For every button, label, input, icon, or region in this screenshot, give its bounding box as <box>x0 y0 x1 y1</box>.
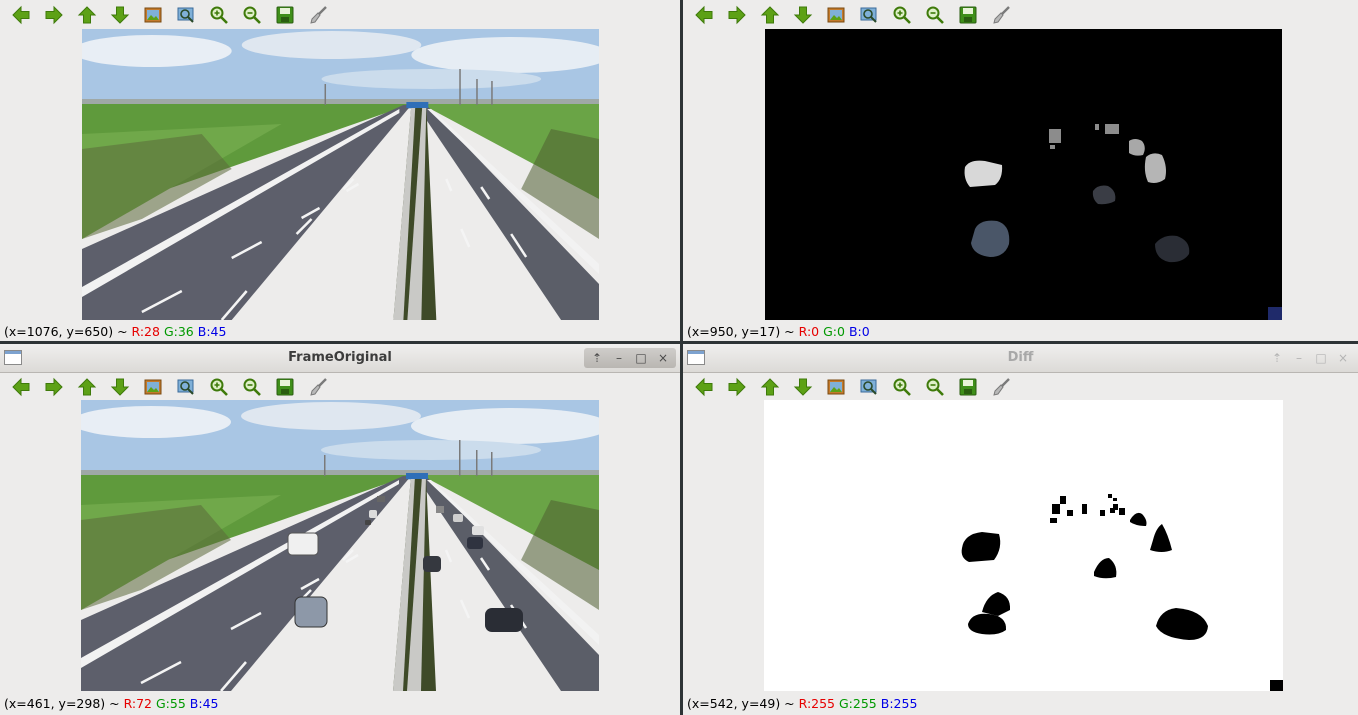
minimize-icon[interactable]: – <box>608 348 630 368</box>
minimize-icon[interactable]: – <box>1288 348 1310 368</box>
toolbar <box>0 372 680 402</box>
window-controls: ⇡ – □ × <box>584 348 676 368</box>
blue-value: B:255 <box>880 696 918 711</box>
window-frame-top-left: (x=1076, y=650) ~ R:28 G:36 B:45 <box>0 0 680 341</box>
window-title: FrameOriginal <box>288 350 392 365</box>
status-bar: (x=1076, y=650) ~ R:28 G:36 B:45 <box>4 324 226 339</box>
arrow-right-icon[interactable] <box>726 376 748 398</box>
arrow-up-icon[interactable] <box>76 4 98 26</box>
window-frame-top-right: (x=950, y=17) ~ R:0 G:0 B:0 <box>683 0 1358 341</box>
zoom-out-icon[interactable] <box>241 4 263 26</box>
arrow-up-icon[interactable] <box>76 376 98 398</box>
toolbar <box>0 0 680 30</box>
properties-brush-icon[interactable] <box>990 376 1012 398</box>
arrow-down-icon[interactable] <box>109 376 131 398</box>
toolbar <box>683 372 1358 402</box>
window-diff: Diff ⇡ – □ × (x=542, y=49) ~ R:255 G:255… <box>683 344 1358 715</box>
image-canvas-diff-mask[interactable] <box>764 400 1283 691</box>
arrow-right-icon[interactable] <box>43 4 65 26</box>
zoom-out-icon[interactable] <box>241 376 263 398</box>
arrow-down-icon[interactable] <box>109 4 131 26</box>
picture-icon[interactable] <box>825 376 847 398</box>
cursor-coordinates: (x=461, y=298) ~ <box>4 696 120 711</box>
image-canvas-frame-original[interactable] <box>81 400 599 691</box>
green-value: G:0 <box>823 324 845 339</box>
zoom-out-icon[interactable] <box>924 4 946 26</box>
zoom-in-icon[interactable] <box>208 4 230 26</box>
arrow-up-icon[interactable] <box>759 376 781 398</box>
properties-brush-icon[interactable] <box>307 376 329 398</box>
zoom-in-icon[interactable] <box>891 376 913 398</box>
image-canvas-road-background[interactable] <box>82 29 599 320</box>
red-value: R:28 <box>131 324 160 339</box>
window-title: Diff <box>1007 350 1034 365</box>
green-value: G:255 <box>839 696 877 711</box>
zoom-in-icon[interactable] <box>891 4 913 26</box>
red-value: R:0 <box>798 324 820 339</box>
title-bar[interactable]: Diff ⇡ – □ × <box>683 344 1358 373</box>
arrow-right-icon[interactable] <box>43 376 65 398</box>
cursor-coordinates: (x=1076, y=650) ~ <box>4 324 128 339</box>
properties-brush-icon[interactable] <box>990 4 1012 26</box>
cursor-coordinates: (x=950, y=17) ~ <box>687 324 795 339</box>
arrow-up-icon[interactable] <box>759 4 781 26</box>
zoom-out-icon[interactable] <box>924 376 946 398</box>
maximize-icon[interactable]: □ <box>1310 348 1332 368</box>
red-value: R:72 <box>123 696 153 711</box>
zoom-fit-icon[interactable] <box>175 376 197 398</box>
picture-icon[interactable] <box>825 4 847 26</box>
zoom-fit-icon[interactable] <box>858 4 880 26</box>
maximize-icon[interactable]: □ <box>630 348 652 368</box>
arrow-down-icon[interactable] <box>792 376 814 398</box>
cursor-coordinates: (x=542, y=49) ~ <box>687 696 795 711</box>
arrow-left-icon[interactable] <box>693 376 715 398</box>
green-value: G:36 <box>163 324 194 339</box>
arrow-left-icon[interactable] <box>10 4 32 26</box>
keep-above-icon[interactable]: ⇡ <box>586 348 608 368</box>
properties-brush-icon[interactable] <box>307 4 329 26</box>
save-icon[interactable] <box>274 376 296 398</box>
zoom-in-icon[interactable] <box>208 376 230 398</box>
save-icon[interactable] <box>957 376 979 398</box>
red-value: R:255 <box>798 696 836 711</box>
zoom-fit-icon[interactable] <box>175 4 197 26</box>
status-bar: (x=950, y=17) ~ R:0 G:0 B:0 <box>687 324 870 339</box>
arrow-right-icon[interactable] <box>726 4 748 26</box>
status-bar: (x=461, y=298) ~ R:72 G:55 B:45 <box>4 696 219 711</box>
keep-above-icon[interactable]: ⇡ <box>1266 348 1288 368</box>
picture-icon[interactable] <box>142 376 164 398</box>
blue-value: B:45 <box>189 696 219 711</box>
status-bar: (x=542, y=49) ~ R:255 G:255 B:255 <box>687 696 917 711</box>
blue-value: B:0 <box>848 324 870 339</box>
toolbar <box>683 0 1358 30</box>
close-icon[interactable]: × <box>1332 348 1354 368</box>
title-bar[interactable]: FrameOriginal ⇡ – □ × <box>0 344 680 373</box>
arrow-down-icon[interactable] <box>792 4 814 26</box>
window-frame-original: FrameOriginal ⇡ – □ × (x=461, y=298) ~ R… <box>0 344 680 715</box>
window-controls: ⇡ – □ × <box>1266 348 1354 368</box>
blue-value: B:45 <box>197 324 227 339</box>
image-canvas-foreground-masked[interactable] <box>765 29 1282 320</box>
close-icon[interactable]: × <box>652 348 674 368</box>
zoom-fit-icon[interactable] <box>858 376 880 398</box>
save-icon[interactable] <box>274 4 296 26</box>
arrow-left-icon[interactable] <box>693 4 715 26</box>
arrow-left-icon[interactable] <box>10 376 32 398</box>
picture-icon[interactable] <box>142 4 164 26</box>
green-value: G:55 <box>156 696 186 711</box>
save-icon[interactable] <box>957 4 979 26</box>
